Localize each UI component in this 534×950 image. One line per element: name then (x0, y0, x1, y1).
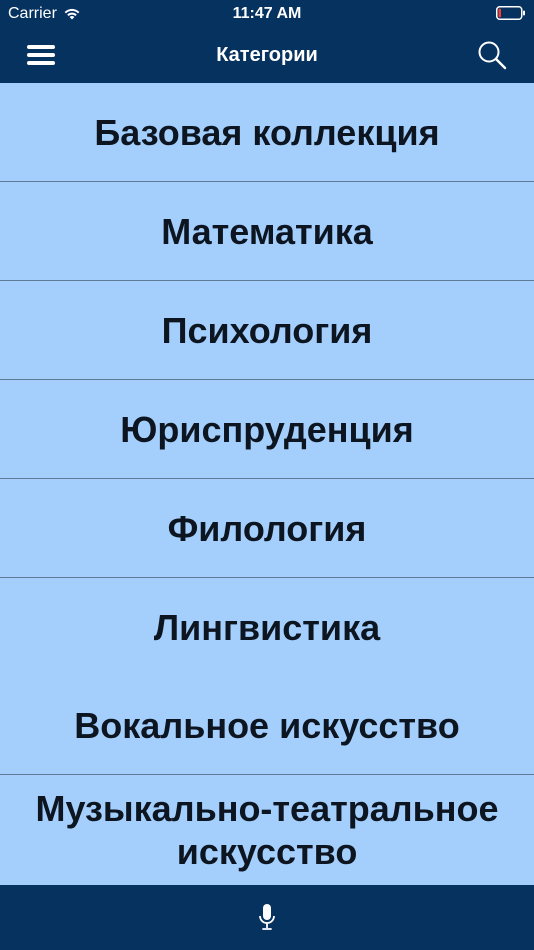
category-item-musical-theater-art[interactable]: Музыкально-театральное искусство (0, 775, 534, 885)
navigation-bar: Категории (0, 28, 534, 83)
category-item-jurisprudence[interactable]: Юриспруденция (0, 380, 534, 479)
battery-icon (496, 6, 525, 20)
category-list: Базовая коллекция Математика Психология … (0, 83, 534, 885)
category-item-basic-collection[interactable]: Базовая коллекция (0, 83, 534, 182)
search-icon[interactable] (477, 40, 507, 70)
bottom-toolbar (0, 885, 534, 950)
status-time: 11:47 AM (232, 5, 302, 22)
page-title: Категории (216, 44, 318, 66)
category-item-mathematics[interactable]: Математика (0, 182, 534, 281)
category-item-vocal-art[interactable]: Вокальное искусство (0, 676, 534, 775)
category-item-philology[interactable]: Филология (0, 479, 534, 578)
category-item-linguistics[interactable]: Лингвистика (0, 578, 534, 676)
microphone-icon[interactable] (257, 903, 277, 933)
status-bar: Carrier 11:47 AM (0, 0, 534, 28)
category-item-psychology[interactable]: Психология (0, 281, 534, 380)
